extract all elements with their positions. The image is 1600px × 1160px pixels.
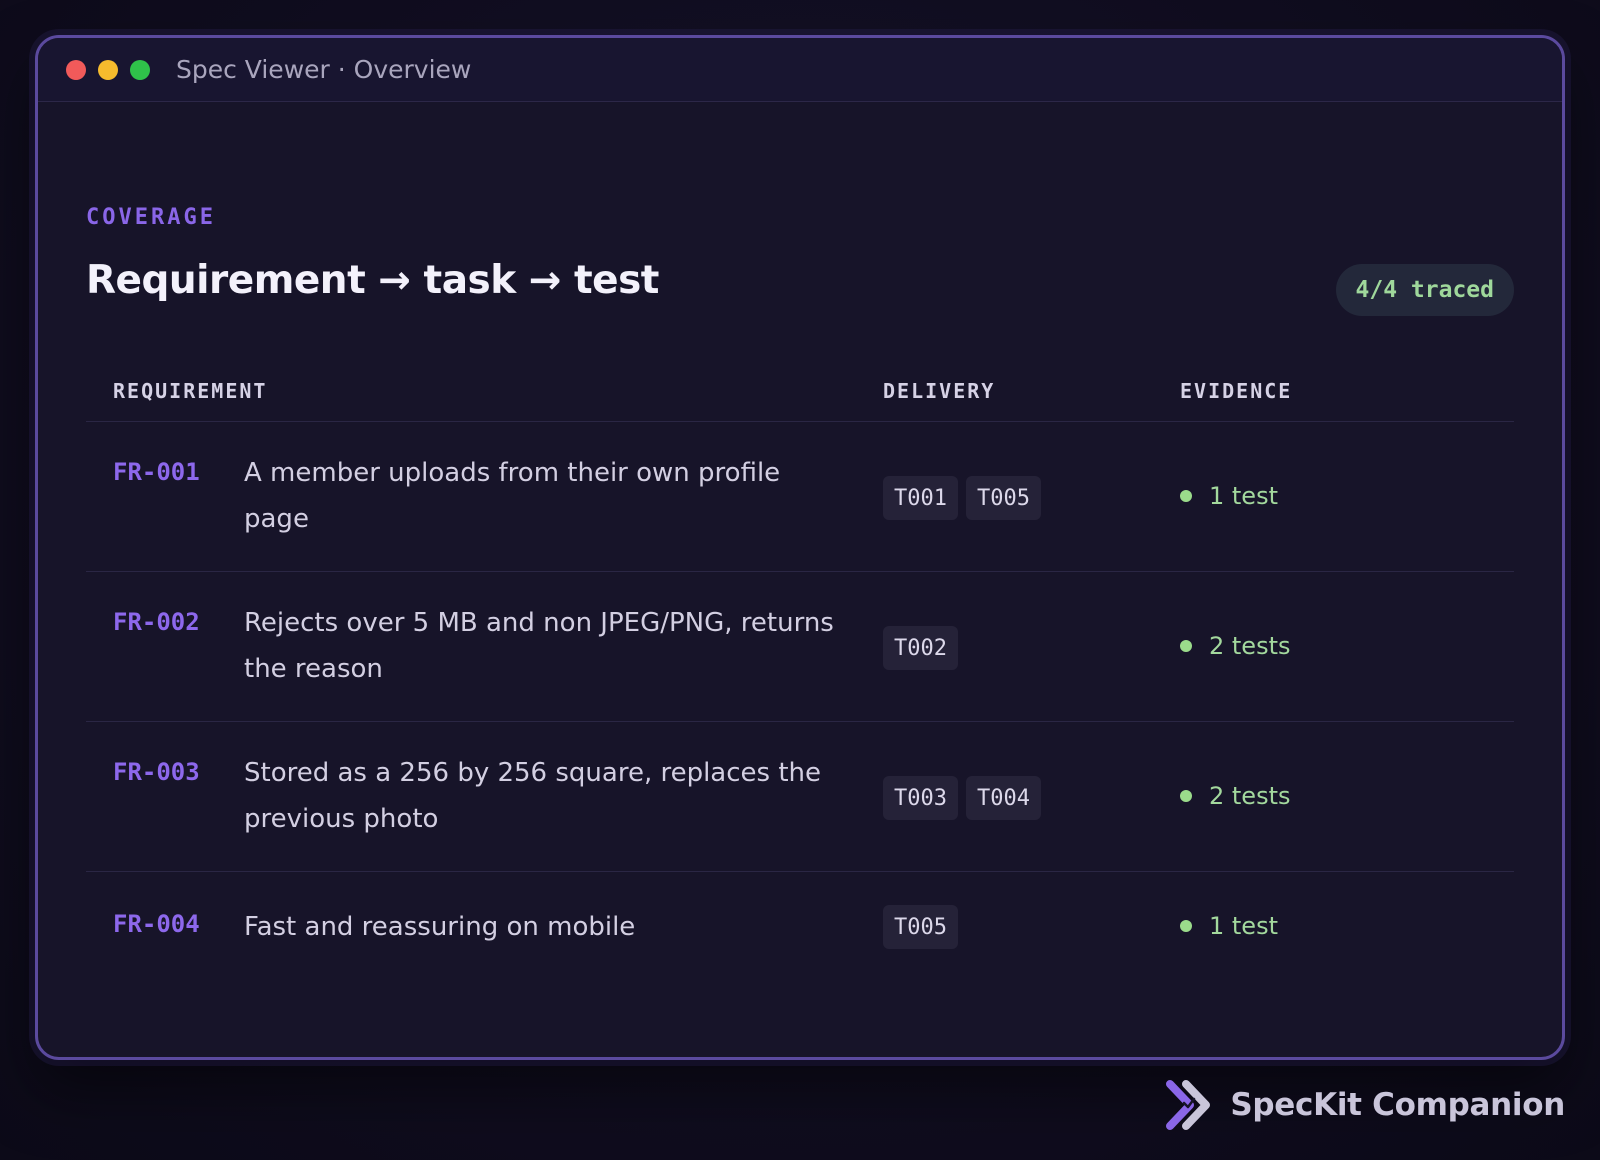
status-dot-icon	[1180, 490, 1192, 502]
task-chip[interactable]: T003	[883, 776, 958, 820]
evidence-status[interactable]: 1 test	[1180, 482, 1278, 510]
task-chip[interactable]: T002	[883, 626, 958, 670]
close-window-button[interactable]	[66, 59, 86, 80]
evidence-status[interactable]: 1 test	[1180, 912, 1278, 940]
table-header: REQUIREMENT DELIVERY EVIDENCE	[86, 360, 1514, 422]
main-content: COVERAGE Requirement → task → test 4/4 t…	[86, 102, 1514, 1057]
section-eyebrow: COVERAGE	[86, 205, 216, 230]
requirement-id[interactable]: FR-001	[113, 458, 200, 486]
requirement-text: Fast and reassuring on mobile	[244, 912, 636, 942]
table-row[interactable]: FR-002 Rejects over 5 MB and non JPEG/PN…	[86, 572, 1514, 722]
traced-status-badge: 4/4 traced	[1335, 264, 1514, 316]
requirement-id[interactable]: FR-002	[113, 608, 200, 636]
status-dot-icon	[1180, 640, 1192, 652]
evidence-label: 2 tests	[1209, 782, 1291, 810]
header-delivery: DELIVERY	[883, 378, 996, 403]
speckit-logo-icon	[1166, 1080, 1211, 1130]
brand-name: SpecKit Companion	[1230, 1087, 1565, 1123]
coverage-table: REQUIREMENT DELIVERY EVIDENCE FR-001 A m…	[86, 360, 1514, 984]
evidence-status[interactable]: 2 tests	[1180, 782, 1291, 810]
requirement-id[interactable]: FR-003	[113, 758, 200, 786]
task-chip[interactable]: T005	[965, 476, 1041, 520]
delivery-tasks: T005	[883, 905, 958, 949]
app-window: Spec Viewer · Overview COVERAGE Requirem…	[35, 35, 1565, 1060]
evidence-label: 1 test	[1209, 912, 1278, 940]
evidence-label: 2 tests	[1209, 632, 1291, 660]
evidence-label: 1 test	[1209, 482, 1278, 510]
brand-footer: SpecKit Companion	[1164, 1080, 1565, 1130]
task-chip[interactable]: T004	[965, 776, 1041, 820]
page-title: Requirement → task → test	[86, 258, 659, 303]
requirement-text: Rejects over 5 MB and non JPEG/PNG, retu…	[244, 608, 834, 684]
requirement-text: Stored as a 256 by 256 square, replaces …	[244, 758, 822, 834]
header-requirement: REQUIREMENT	[113, 378, 268, 403]
title-bar: Spec Viewer · Overview	[38, 38, 1562, 102]
task-chip[interactable]: T005	[883, 905, 958, 949]
evidence-status[interactable]: 2 tests	[1180, 632, 1291, 660]
window-title: Spec Viewer · Overview	[176, 55, 472, 84]
table-row[interactable]: FR-001 A member uploads from their own p…	[86, 422, 1514, 572]
status-dot-icon	[1180, 920, 1192, 932]
delivery-tasks: T001 T005	[883, 476, 1041, 520]
table-row[interactable]: FR-003 Stored as a 256 by 256 square, re…	[86, 722, 1514, 872]
delivery-tasks: T002	[883, 626, 958, 670]
maximize-window-button[interactable]	[130, 59, 150, 80]
status-dot-icon	[1180, 790, 1192, 802]
minimize-window-button[interactable]	[98, 59, 118, 80]
delivery-tasks: T003 T004	[883, 776, 1041, 820]
requirement-text: A member uploads from their own profile …	[244, 458, 781, 534]
task-chip[interactable]: T001	[883, 476, 958, 520]
requirement-id[interactable]: FR-004	[113, 910, 200, 938]
table-row[interactable]: FR-004 Fast and reassuring on mobile T00…	[86, 872, 1514, 984]
header-evidence: EVIDENCE	[1180, 378, 1293, 403]
